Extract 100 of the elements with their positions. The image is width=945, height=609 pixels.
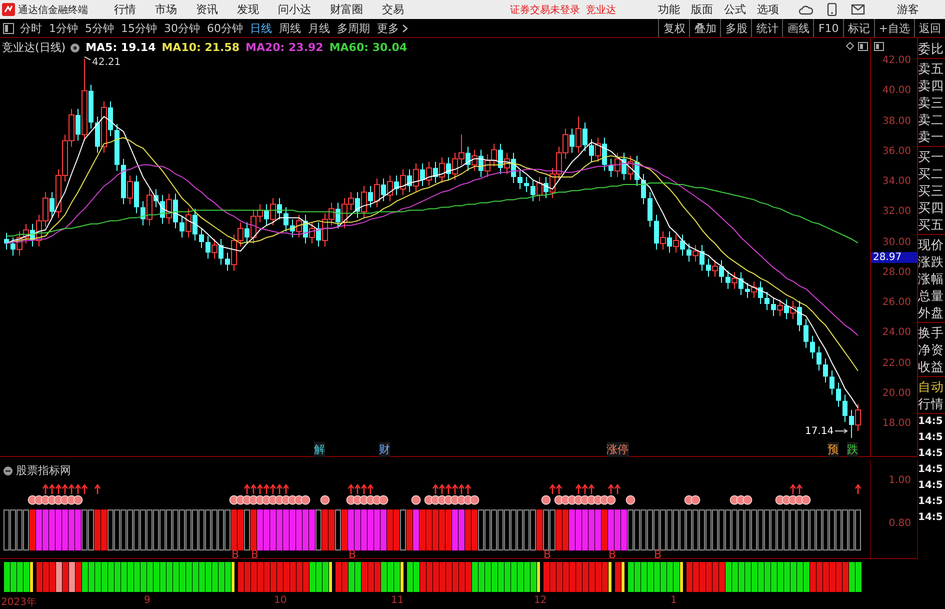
quote-field-label[interactable]: 买二 [918,165,945,182]
trade-time: 14:5 [918,511,944,525]
quote-field-label[interactable]: 涨跌 [918,253,945,270]
period-tab[interactable]: 1分钟 [49,20,78,36]
quote-field-label[interactable]: 委比 [918,40,945,57]
event-tag[interactable]: 解 [314,442,325,457]
quote-field-label[interactable]: 买一 [918,148,945,165]
candlestick [804,318,808,348]
chevron-right-icon [402,24,408,32]
candlestick [648,192,652,228]
quote-field-label[interactable]: 卖一 [918,128,945,145]
menu-item[interactable]: 功能 [658,2,680,17]
menu-item[interactable]: 市场 [155,2,177,17]
period-tab[interactable]: 周线 [279,20,301,36]
moving-average-label: MA5: 19.14 [86,41,156,54]
leader-line [834,428,848,434]
axis-tick-label: 34.00 [882,176,911,188]
axis-tick-label: 30.00 [882,236,911,248]
quote-field-label[interactable]: 买三 [918,182,945,199]
axis-tick-label: 40.00 [882,85,911,96]
buy-signal-label: B [232,548,240,561]
quote-field-label[interactable]: 自动 [918,378,945,395]
menu-item[interactable]: 公式 [724,2,746,17]
period-tab[interactable]: 30分钟 [164,20,200,36]
buy-signal-label: B [608,548,616,561]
candlestick [524,176,529,193]
period-tab[interactable]: 5分钟 [85,20,114,36]
buy-signal-label: B [348,548,356,561]
price-label: 17.14 [805,426,834,437]
axis-tick-label: 42.00 [882,55,911,66]
date-axis-label: 12 [534,595,547,606]
axis-tick-label: 26.00 [882,297,911,308]
quote-field-label[interactable]: 现价 [918,236,945,253]
event-tag[interactable]: 预 [828,442,838,457]
period-tab[interactable]: 日线 [250,20,272,36]
quote-field-label[interactable]: 行情 [918,395,945,412]
menu-item[interactable]: 行情 [114,2,136,17]
quote-field-label[interactable]: 买五 [918,216,945,233]
quote-field-label[interactable]: 卖五 [918,60,945,77]
quote-field-label[interactable]: 收益 [918,358,945,375]
axis-tick-label: 1.00 [888,475,911,486]
period-tab[interactable]: 多周期 [337,20,370,36]
candlestick [114,124,120,172]
quote-field-label[interactable]: 卖四 [918,77,945,94]
user-label[interactable]: 游客 [897,2,919,17]
trade-time: 14:5 [918,463,944,477]
period-tab[interactable]: 月线 [308,20,330,36]
period-tab[interactable]: 15分钟 [121,20,157,36]
date-axis-label: 10 [274,595,287,606]
leader-line [84,56,91,60]
price-label: 42.21 [92,56,121,68]
login-notice[interactable]: 证券交易未登录 [510,2,580,16]
candlestick [823,358,828,384]
diamond-icon [846,42,854,50]
axis-tick-label: 28.00 [882,266,911,278]
quote-field-label[interactable]: 涨幅 [918,270,945,287]
menu-item[interactable]: 财富圈 [330,2,363,17]
cloud-icon [799,4,813,16]
quote-field-label[interactable]: 外盘 [918,304,945,321]
axis-tick-label: 18.00 [882,418,911,429]
menu-item[interactable]: 交易 [382,2,404,17]
period-tab[interactable]: 更多 [377,20,399,36]
axis-tick-label: 36.00 [882,146,911,157]
mail-icon [851,4,865,15]
collapse-icon [3,466,13,476]
axis-tick-label: 0.80 [888,518,911,529]
quote-field-label[interactable]: 卖二 [918,111,945,128]
candlestick [764,291,770,311]
candlestick [199,228,204,249]
event-tag[interactable]: 跌 [847,442,858,457]
period-tab[interactable]: 分时 [20,20,42,36]
period-tab[interactable]: 60分钟 [207,20,243,36]
event-tag[interactable]: 涨停 [606,442,628,457]
indicator-title: 股票指标网 [16,463,71,478]
window-icon [858,42,868,51]
menu-item[interactable]: 问小达 [278,2,311,17]
panel-toggle-icon [3,22,14,34]
quote-field-label[interactable]: 买四 [918,199,945,216]
axis-tick-label: 20.00 [882,388,911,399]
buy-signal-label: B [251,548,259,561]
quote-field-label[interactable]: 总量 [918,287,945,304]
candlestick [830,370,834,396]
quote-field-label[interactable]: 换手 [918,324,945,341]
menu-item[interactable]: 版面 [691,2,713,17]
trade-time: 14:5 [918,415,944,429]
date-axis-label: 2023年 [1,596,36,609]
chart-title: 竞业达(日线) [2,40,66,55]
menu-item[interactable]: 资讯 [196,2,218,17]
phone-icon [827,3,837,16]
quote-field-label[interactable]: 净资 [918,341,945,358]
quote-field-label[interactable]: 卖三 [918,94,945,111]
app-name: 通达信金融终端 [18,4,88,16]
candlestick [816,346,822,372]
stock-name: 竞业达 [586,4,616,16]
event-tag[interactable]: 财 [379,442,390,457]
menu-item[interactable]: 发现 [237,2,259,17]
menu-item[interactable]: 选项 [757,2,779,17]
candlestick [810,335,815,359]
candlestick [836,382,841,408]
buy-signal-label: B [654,548,662,561]
